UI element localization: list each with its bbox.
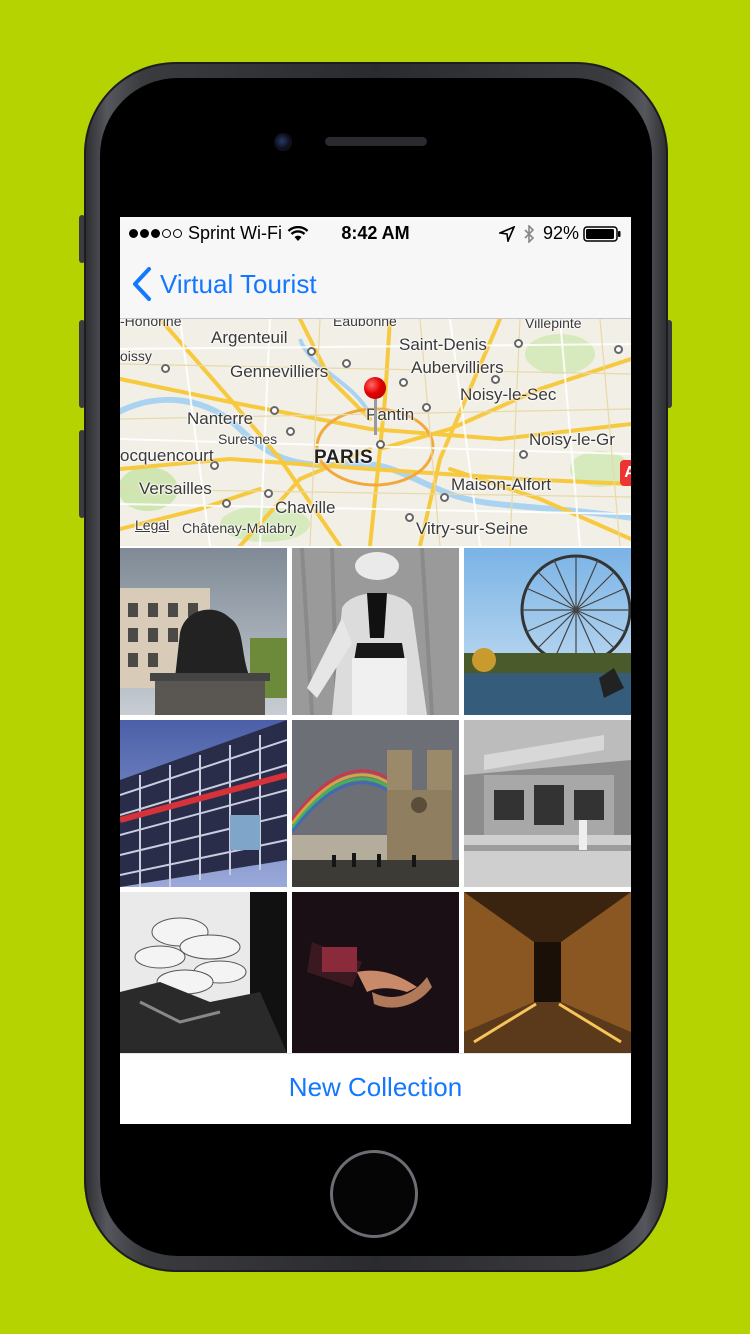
photo-cell[interactable] — [464, 548, 631, 715]
highway-shield-label: A — [624, 464, 631, 481]
feather-costume-photo — [120, 892, 287, 1053]
map-city-dot — [307, 347, 316, 356]
highway-shield: A — [620, 460, 631, 486]
map-label: Argenteuil — [211, 328, 288, 347]
map-city-dot — [286, 427, 295, 436]
map-label: Villepinte — [525, 319, 582, 331]
studio-raspail-photo — [464, 720, 631, 887]
map-view[interactable]: -Honorine Eaubonne Villepinte Argenteuil… — [120, 319, 631, 546]
photo-cell[interactable] — [292, 720, 459, 887]
battery-icon — [583, 225, 621, 242]
map-city-dot — [440, 493, 449, 502]
photo-cell[interactable] — [292, 892, 459, 1053]
lion-statue-photo — [120, 548, 287, 715]
corridor-photo — [464, 892, 631, 1053]
map-city-dot — [514, 339, 523, 348]
chevron-left-icon — [133, 267, 151, 301]
map-city-dot — [399, 378, 408, 387]
map-label: Noisy-le-Gr — [529, 430, 615, 449]
map-city-dot — [376, 440, 385, 449]
photo-cell[interactable] — [120, 548, 287, 715]
app-screen: Sprint Wi-Fi 8:42 AM 92% Virtual Tourist… — [120, 217, 631, 1124]
map-label: Suresnes — [218, 431, 278, 447]
mannequin-photo — [292, 548, 459, 715]
map-label: Maison-Alfort — [451, 475, 552, 494]
map-label: -Honorine — [120, 319, 182, 329]
battery-percent: 92% — [542, 223, 579, 243]
map-label: PARIS — [314, 447, 374, 468]
status-bar: Sprint Wi-Fi 8:42 AM 92% — [120, 217, 631, 249]
navigation-bar: Virtual Tourist — [120, 249, 631, 319]
map-label: Châtenay-Malabry — [182, 520, 297, 536]
photo-cell[interactable] — [120, 892, 287, 1053]
map-label: Eaubonne — [333, 319, 397, 329]
ferris-wheel-photo — [464, 548, 631, 715]
map-city-dot — [422, 403, 431, 412]
map-pin-icon[interactable] — [364, 377, 386, 399]
map-label: ocquencourt — [120, 446, 214, 465]
map-label: Aubervilliers — [411, 358, 504, 377]
map-legal-link[interactable]: Legal — [135, 517, 169, 533]
location-arrow-icon — [498, 225, 515, 242]
map-label: Vitry-sur-Seine — [416, 519, 529, 538]
map-city-dot — [519, 450, 528, 459]
map-label: Versailles — [139, 479, 212, 498]
map-label: Gennevilliers — [230, 362, 329, 381]
map-city-dot — [264, 489, 273, 498]
home-button[interactable] — [330, 1150, 418, 1238]
map-label: oissy — [120, 348, 152, 364]
map-label: Chaville — [275, 498, 336, 517]
back-button[interactable]: Virtual Tourist — [132, 267, 317, 301]
gloved-hands-photo — [292, 892, 459, 1053]
photo-cell[interactable] — [464, 720, 631, 887]
map-city-dot — [161, 364, 170, 373]
map-label: Noisy-le-Sec — [460, 385, 557, 404]
notre-dame-rainbow-photo — [292, 720, 459, 887]
bottom-toolbar: New Collection — [120, 1054, 631, 1124]
photo-grid — [120, 548, 631, 1053]
new-collection-button[interactable]: New Collection — [120, 1072, 631, 1103]
map-city-dot — [614, 345, 623, 354]
pompidou-photo — [120, 720, 287, 887]
map-city-dot — [405, 513, 414, 522]
photo-cell[interactable] — [292, 548, 459, 715]
photo-cell[interactable] — [120, 720, 287, 887]
photo-cell[interactable] — [464, 892, 631, 1053]
back-button-label: Virtual Tourist — [160, 268, 317, 299]
map-pin-needle — [374, 397, 377, 435]
map-city-dot — [342, 359, 351, 368]
map-city-dot — [222, 499, 231, 508]
front-camera — [274, 133, 292, 151]
map-city-dot — [270, 406, 279, 415]
map-label: Nanterre — [187, 409, 254, 428]
bluetooth-icon — [524, 224, 535, 243]
earpiece-speaker — [325, 137, 427, 146]
map-label: Saint-Denis — [399, 335, 487, 354]
